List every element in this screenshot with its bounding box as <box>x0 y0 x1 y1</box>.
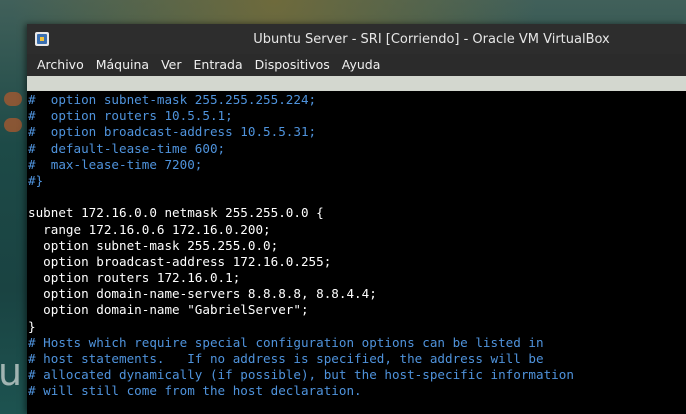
menu-ayuda[interactable]: Ayuda <box>336 54 387 76</box>
config-line: option broadcast-address 172.16.0.255; <box>28 253 332 269</box>
nano-editor-area[interactable]: # option subnet-mask 255.255.255.224; # o… <box>27 91 686 400</box>
config-comment-line: # Hosts which require special configurat… <box>28 334 544 350</box>
menu-dispositivos[interactable]: Dispositivos <box>249 54 336 76</box>
window-title: Ubuntu Server - SRI [Corriendo] - Oracle… <box>253 32 610 47</box>
menu-maquina[interactable]: Máquina <box>90 54 155 76</box>
config-comment-line: # will still come from the host declarat… <box>28 383 362 399</box>
config-comment-line: # option routers 10.5.5.1; <box>28 108 233 124</box>
desktop-decoration <box>4 118 22 132</box>
window-titlebar[interactable]: Ubuntu Server - SRI [Corriendo] - Oracle… <box>27 24 686 54</box>
config-line <box>27 189 686 205</box>
virtualbox-window[interactable]: Ubuntu Server - SRI [Corriendo] - Oracle… <box>27 24 686 414</box>
menu-entrada[interactable]: Entrada <box>188 54 249 76</box>
config-line: subnet 172.16.0.0 netmask 255.255.0.0 { <box>28 205 324 221</box>
config-comment-line: # default-lease-time 600; <box>28 140 226 156</box>
config-comment-line: # allocated dynamically (if possible), b… <box>28 367 574 383</box>
menu-archivo[interactable]: Archivo <box>31 54 90 76</box>
nano-title-bar: GNU nano 4.8 /etc/dhcp/dhcpd.conf <box>27 76 686 121</box>
config-comment-line: # max-lease-time 7200; <box>28 156 203 172</box>
vm-console[interactable]: GNU nano 4.8 /etc/dhcp/dhcpd.conf # opti… <box>27 76 686 414</box>
config-line: option domain-name "GabrielServer"; <box>28 302 309 318</box>
config-line: option routers 172.16.0.1; <box>28 270 241 286</box>
config-line: range 172.16.0.6 172.16.0.200; <box>28 221 271 237</box>
config-line: option domain-name-servers 8.8.8.8, 8.8.… <box>28 286 377 302</box>
desktop-decoration <box>4 92 22 106</box>
config-line: option subnet-mask 255.255.0.0; <box>28 237 279 253</box>
menu-bar: Archivo Máquina Ver Entrada Dispositivos… <box>27 54 686 76</box>
config-comment-line: # host statements. If no address is spec… <box>28 351 544 366</box>
config-comment-line: # option broadcast-address 10.5.5.31; <box>28 124 317 140</box>
config-comment-line: #} <box>28 172 44 188</box>
config-line: } <box>28 318 36 334</box>
desktop-logo-fragment: u <box>0 350 23 394</box>
config-comment-line: # option subnet-mask 255.255.255.224; <box>28 92 317 107</box>
menu-ver[interactable]: Ver <box>155 54 187 76</box>
